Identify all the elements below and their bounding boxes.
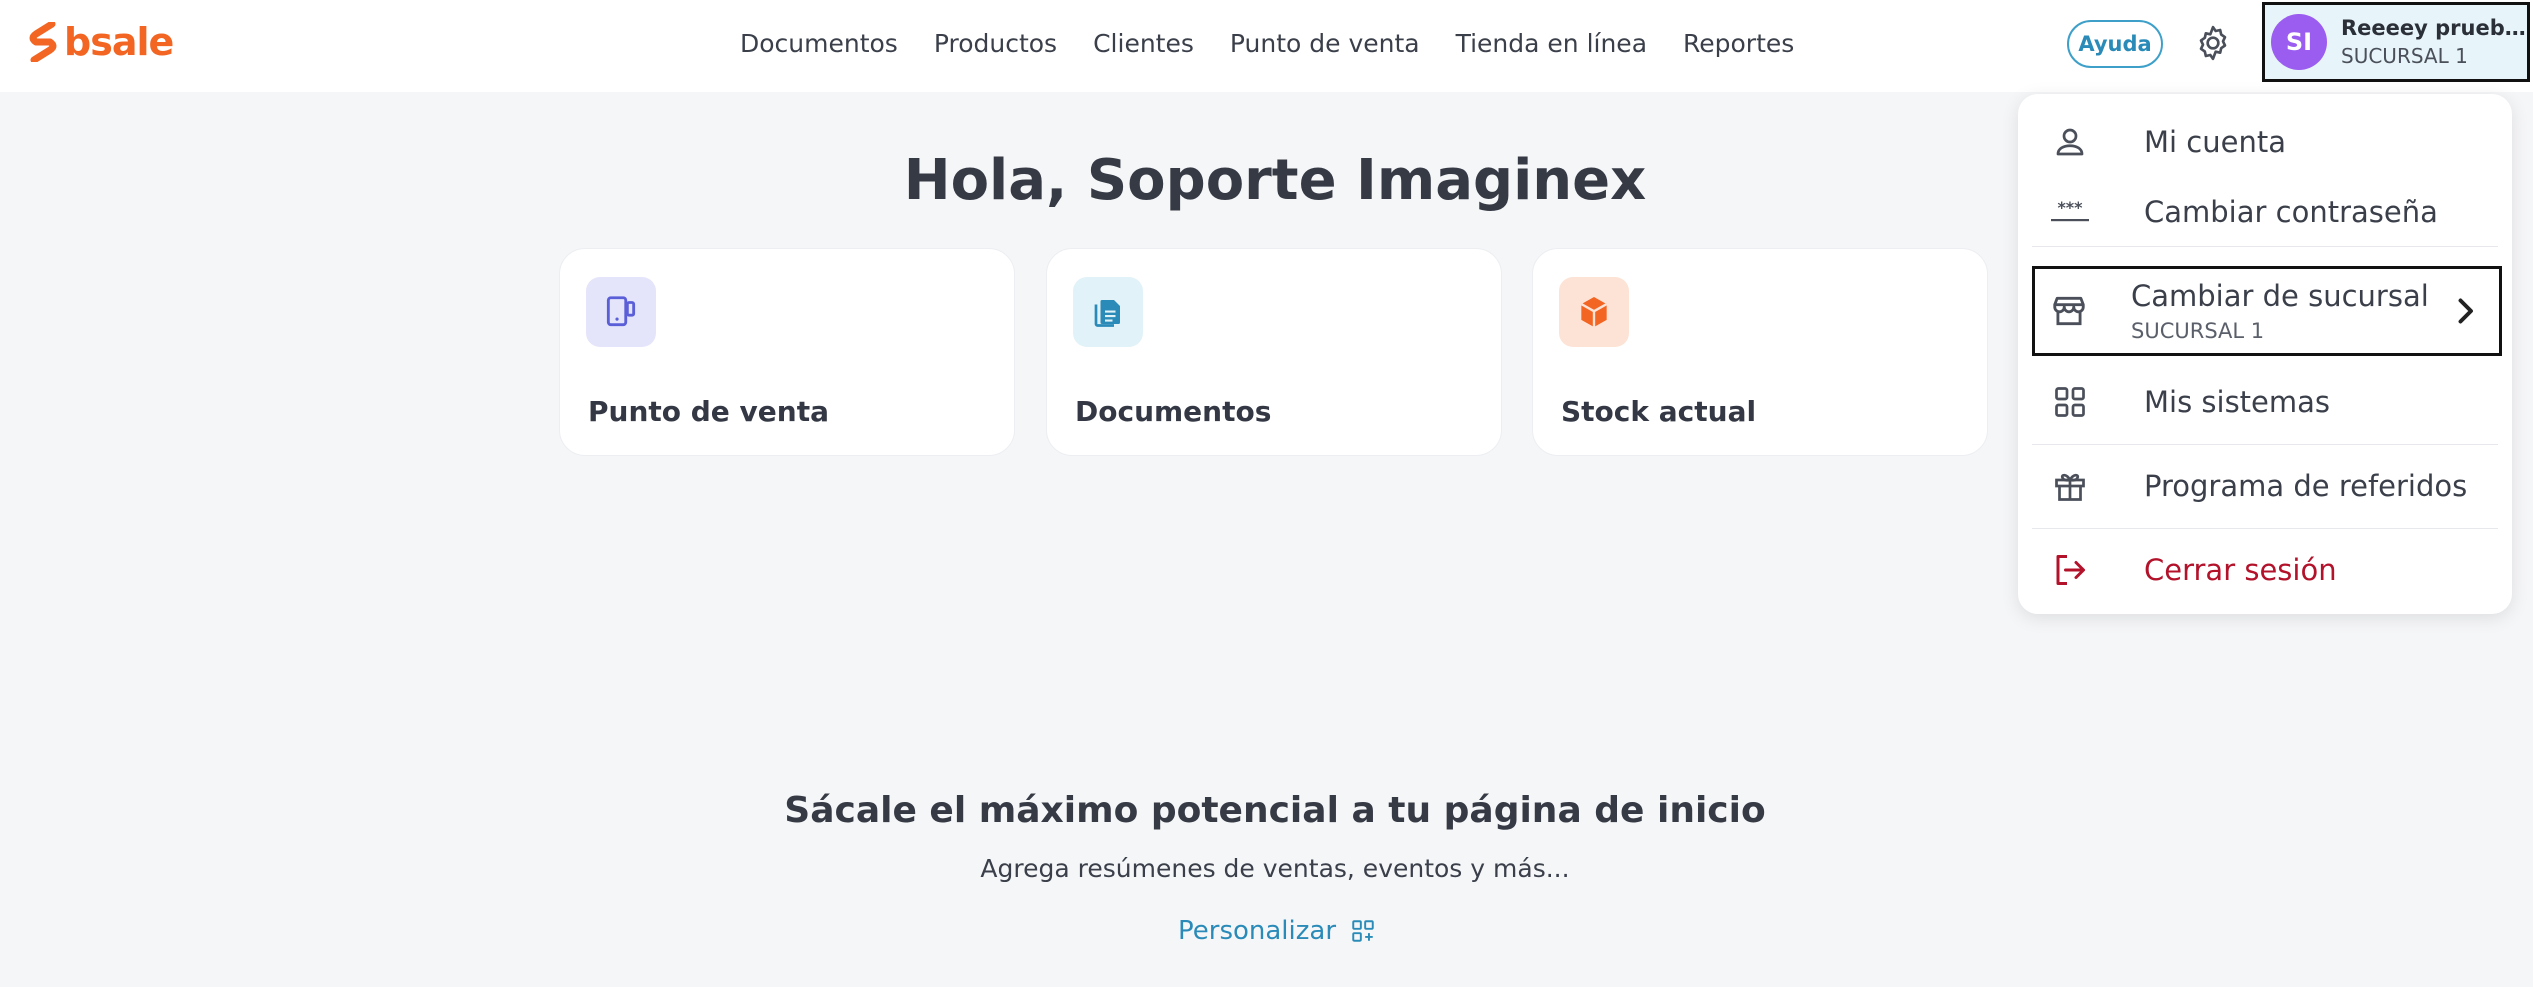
chevron-right-icon (2458, 298, 2473, 324)
menu-item-label: Programa de referidos (2144, 469, 2468, 503)
tablet-icon (586, 277, 656, 347)
user-menu-button[interactable]: SI Reeeey prueb... SUCURSAL 1 (2262, 2, 2530, 82)
gift-icon (2050, 466, 2090, 506)
menu-item-mis-sistemas[interactable]: Mis sistemas (2032, 372, 2498, 432)
menu-item-cerrar-sesion[interactable]: Cerrar sesión (2032, 540, 2498, 600)
user-branch: SUCURSAL 1 (2341, 44, 2468, 68)
menu-item-label: Cambiar de sucursal (2131, 279, 2429, 313)
logo-text: bsale (64, 20, 174, 64)
nav-documentos[interactable]: Documentos (740, 29, 898, 58)
personalize-button[interactable]: Personalizar (1178, 916, 1376, 946)
divider (2032, 246, 2498, 247)
grid-icon (2050, 382, 2090, 422)
user-dropdown-menu: Mi cuenta *** Cambiar contraseña Cambiar… (2018, 94, 2512, 614)
card-title: Punto de venta (588, 395, 829, 428)
avatar: SI (2271, 14, 2327, 70)
nav-productos[interactable]: Productos (934, 29, 1057, 58)
password-icon: *** (2050, 192, 2090, 232)
nav-tienda-en-linea[interactable]: Tienda en línea (1456, 29, 1647, 58)
nav-clientes[interactable]: Clientes (1093, 29, 1194, 58)
nav-punto-de-venta[interactable]: Punto de venta (1230, 29, 1420, 58)
menu-item-programa-referidos[interactable]: Programa de referidos (2032, 456, 2498, 516)
top-bar: bsale Documentos Productos Clientes Punt… (0, 0, 2533, 92)
card-stock-actual[interactable]: Stock actual (1532, 248, 1988, 456)
box-icon (1559, 277, 1629, 347)
bsale-logo[interactable]: bsale (28, 20, 174, 64)
personalize-label: Personalizar (1178, 916, 1337, 946)
menu-item-label: Mis sistemas (2144, 385, 2331, 419)
current-branch: SUCURSAL 1 (2131, 319, 2265, 343)
divider (2032, 444, 2498, 445)
help-button[interactable]: Ayuda (2067, 20, 2163, 68)
menu-item-label: Cambiar contraseña (2144, 195, 2438, 229)
bsale-logo-icon (29, 22, 57, 62)
menu-item-mi-cuenta[interactable]: Mi cuenta (2032, 112, 2498, 172)
document-icon (1073, 277, 1143, 347)
store-icon (2049, 291, 2089, 331)
svg-text:***: *** (2057, 200, 2083, 217)
main-nav: Documentos Productos Clientes Punto de v… (740, 0, 1794, 86)
gear-icon[interactable] (2193, 23, 2233, 63)
menu-item-label: Mi cuenta (2144, 125, 2286, 159)
promo-title: Sácale el máximo potencial a tu página d… (784, 790, 1766, 831)
menu-item-cambiar-sucursal[interactable]: Cambiar de sucursal SUCURSAL 1 (2032, 266, 2502, 356)
menu-item-label: Cerrar sesión (2144, 553, 2337, 587)
card-title: Documentos (1075, 395, 1272, 428)
card-documentos[interactable]: Documentos (1046, 248, 1502, 456)
person-icon (2050, 122, 2090, 162)
user-info: Reeeey prueb... SUCURSAL 1 (2341, 16, 2526, 68)
logout-icon (2050, 550, 2090, 590)
divider (2032, 528, 2498, 529)
add-widget-icon (1352, 920, 1374, 942)
nav-reportes[interactable]: Reportes (1683, 29, 1794, 58)
card-title: Stock actual (1561, 395, 1757, 428)
menu-item-cambiar-contrasena[interactable]: *** Cambiar contraseña (2032, 182, 2498, 242)
user-name: Reeeey prueb... (2341, 16, 2526, 40)
promo-subtitle: Agrega resúmenes de ventas, eventos y má… (980, 854, 1570, 883)
card-punto-de-venta[interactable]: Punto de venta (559, 248, 1015, 456)
